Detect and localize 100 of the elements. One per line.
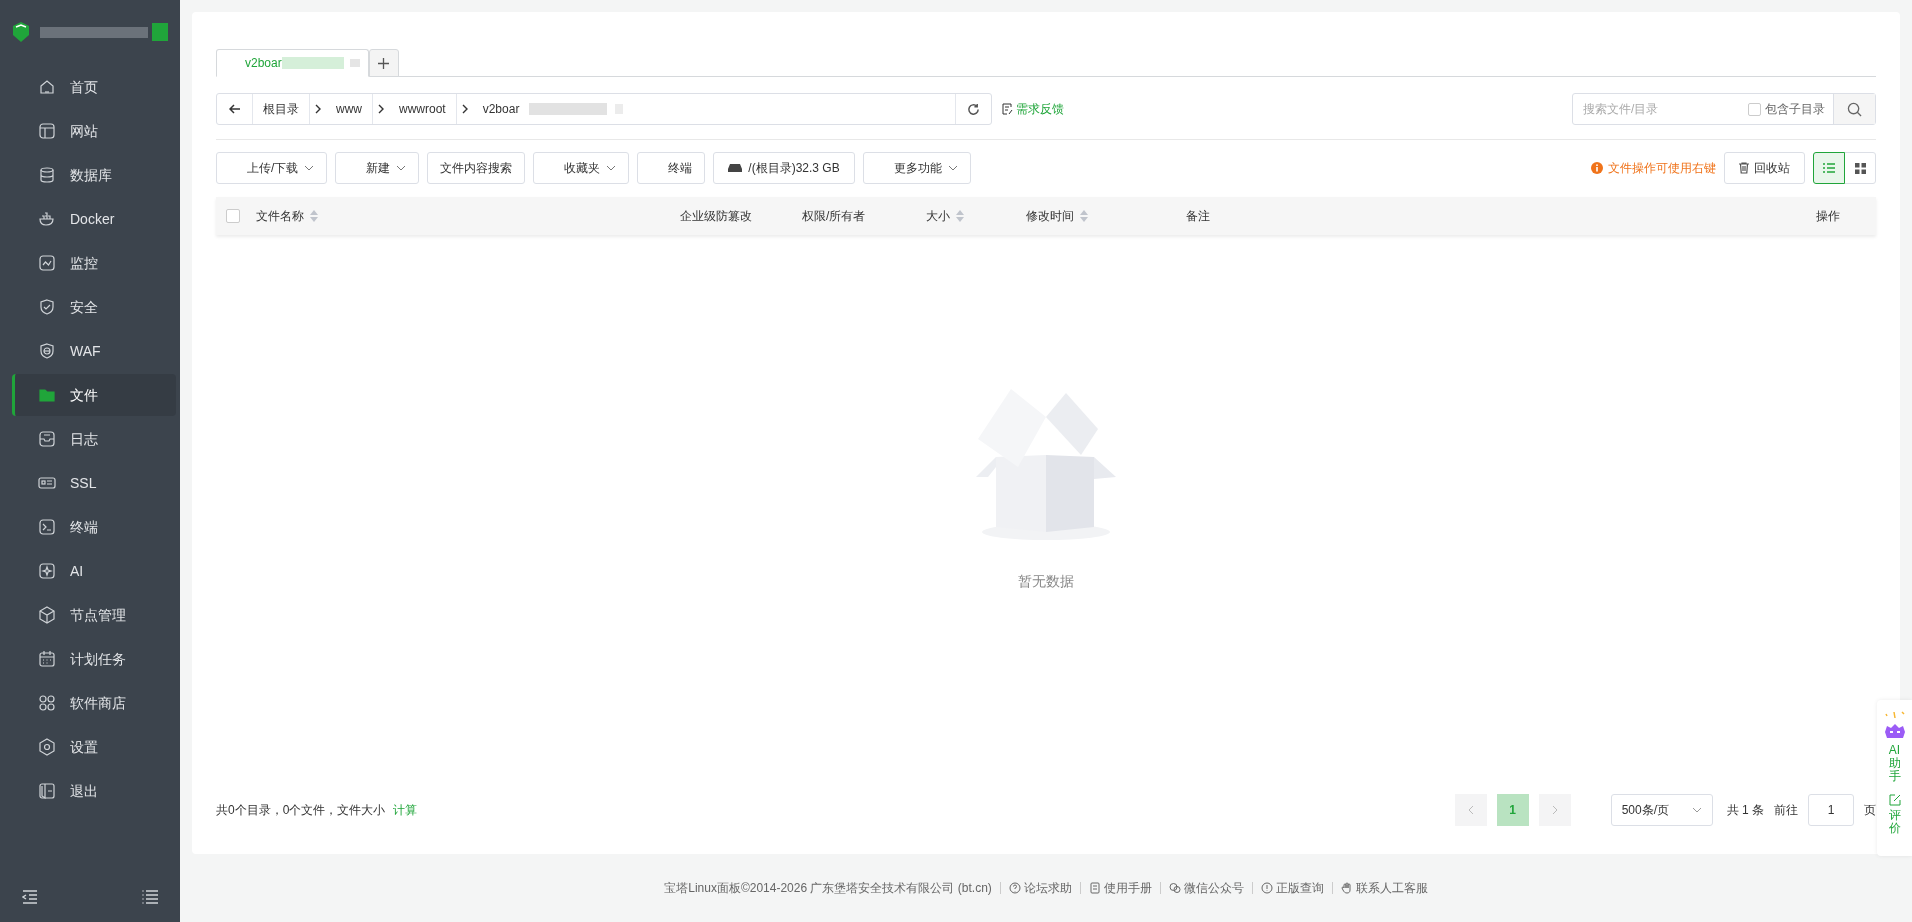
sidebar-item[interactable]: 安全 bbox=[0, 286, 180, 328]
chevron-down-icon bbox=[947, 165, 958, 171]
chevron-right-icon bbox=[1551, 805, 1558, 815]
list-icon bbox=[1823, 163, 1835, 173]
calendar-icon bbox=[38, 650, 56, 668]
chevron-down-icon bbox=[396, 165, 407, 171]
toolbar-button[interactable]: 文件内容搜索 bbox=[427, 152, 526, 184]
sidebar-item[interactable]: 数据库 bbox=[0, 154, 180, 196]
id-card-icon bbox=[38, 474, 56, 492]
grid-view-button[interactable] bbox=[1844, 152, 1876, 184]
collapse-icon[interactable] bbox=[22, 890, 38, 904]
shield-icon bbox=[38, 298, 56, 316]
goto-label: 前往 bbox=[1774, 802, 1798, 819]
footer-link[interactable]: 正版查询 bbox=[1260, 879, 1324, 897]
toolbar-button[interactable]: 终端 bbox=[637, 152, 706, 184]
terminal-icon bbox=[38, 518, 56, 536]
page-number-field[interactable]: 1 bbox=[1808, 794, 1854, 826]
disk-button[interactable]: /(根目录)32.3 GB bbox=[713, 152, 855, 184]
plus-icon bbox=[378, 57, 390, 69]
sidebar-item[interactable]: 设置 bbox=[0, 726, 180, 768]
settings-icon bbox=[38, 738, 56, 756]
page-size-select[interactable]: 500条/页 bbox=[1610, 794, 1713, 826]
sidebar-item[interactable]: 退出 bbox=[0, 770, 180, 812]
include-subdirs-checkbox[interactable]: 包含子目录 bbox=[1748, 94, 1833, 124]
edit-icon[interactable] bbox=[1888, 793, 1901, 806]
help-icon bbox=[1008, 882, 1021, 894]
edit-note-icon bbox=[1002, 103, 1013, 115]
breadcrumb-item[interactable]: www bbox=[326, 94, 373, 124]
whale-icon bbox=[38, 210, 56, 228]
summary-text: 共0个目录，0个文件，文件大小 bbox=[216, 802, 386, 819]
inbox-icon bbox=[38, 430, 56, 448]
toolbar-button[interactable]: 上传/下载 bbox=[216, 152, 328, 184]
sidebar-item[interactable]: 日志 bbox=[0, 418, 180, 460]
footer-link[interactable]: 论坛求助 bbox=[1008, 879, 1072, 897]
toolbar-button[interactable]: 收藏夹 bbox=[533, 152, 630, 184]
column-header: 企业级防篡改 bbox=[680, 208, 752, 225]
footer-link[interactable]: 微信公众号 bbox=[1168, 879, 1244, 897]
home-icon bbox=[38, 78, 56, 96]
sidebar-item[interactable]: 软件商店 bbox=[0, 682, 180, 724]
search-button[interactable] bbox=[1833, 94, 1875, 124]
menu-icon[interactable] bbox=[142, 890, 158, 904]
page-unit-label: 页 bbox=[1864, 802, 1876, 819]
footer-link[interactable]: 联系人工客服 bbox=[1340, 879, 1428, 897]
sparkle-icon bbox=[38, 562, 56, 580]
chevron-right-icon bbox=[315, 104, 321, 114]
refresh-icon bbox=[967, 102, 980, 116]
chat-icon bbox=[1168, 882, 1181, 894]
info-icon bbox=[1591, 162, 1603, 174]
folder-icon bbox=[38, 386, 56, 404]
chart-icon bbox=[38, 254, 56, 272]
breadcrumb-item[interactable]: wwwroot bbox=[389, 94, 457, 124]
empty-state-text: 暂无数据 bbox=[1018, 572, 1074, 591]
trash-icon bbox=[1739, 162, 1749, 174]
column-header[interactable]: 文件名称 bbox=[256, 207, 304, 225]
toolbar-button[interactable]: 新建 bbox=[335, 152, 420, 184]
sidebar-item[interactable]: SSL bbox=[0, 462, 180, 504]
search-icon bbox=[1847, 101, 1862, 117]
sidebar-item[interactable]: WAF bbox=[0, 330, 180, 372]
grid-icon bbox=[1854, 162, 1866, 174]
book-icon bbox=[1088, 882, 1101, 894]
right-click-hint: 文件操作可使用右键 bbox=[1591, 159, 1716, 177]
sidebar-item[interactable]: 首页 bbox=[0, 66, 180, 108]
logo-icon bbox=[12, 21, 30, 43]
chevron-down-icon bbox=[1691, 807, 1702, 813]
apps-icon bbox=[38, 694, 56, 712]
search-field[interactable]: 搜索文件/目录 包含子目录 bbox=[1572, 93, 1876, 125]
total-count: 共 1 条 bbox=[1726, 802, 1764, 819]
sidebar-item[interactable]: 节点管理 bbox=[0, 594, 180, 636]
sidebar-item[interactable]: 终端 bbox=[0, 506, 180, 548]
sidebar-item[interactable]: AI bbox=[0, 550, 180, 592]
door-icon bbox=[38, 782, 56, 800]
column-header: 操作 bbox=[1816, 208, 1840, 225]
browser-window-icon bbox=[38, 122, 56, 140]
sidebar-item[interactable]: 监控 bbox=[0, 242, 180, 284]
breadcrumb-item[interactable]: 根目录 bbox=[253, 94, 310, 124]
hand-icon bbox=[1340, 882, 1353, 894]
copyright-text: 宝塔Linux面板©2014-2026 广东堡塔安全技术有限公司 (bt.cn) bbox=[664, 880, 992, 897]
select-all-checkbox[interactable] bbox=[226, 209, 240, 223]
breadcrumb-item[interactable]: v2boar bbox=[472, 94, 530, 124]
chevron-down-icon bbox=[304, 165, 315, 171]
chevron-right-icon bbox=[461, 104, 468, 114]
chevron-left-icon bbox=[1467, 805, 1474, 815]
sidebar-item[interactable]: 文件 bbox=[12, 374, 176, 416]
cube-icon bbox=[38, 606, 56, 624]
back-arrow-icon bbox=[228, 104, 241, 114]
sidebar-item[interactable]: 网站 bbox=[0, 110, 180, 152]
toolbar-button[interactable]: 更多功能 bbox=[862, 152, 971, 184]
column-header: 权限/所有者 bbox=[802, 208, 866, 225]
footer-link[interactable]: 使用手册 bbox=[1088, 879, 1152, 897]
column-header[interactable]: 修改时间 bbox=[1026, 207, 1074, 225]
chevron-right-icon bbox=[378, 104, 384, 114]
column-header: 备注 bbox=[1186, 208, 1210, 225]
sidebar-item[interactable]: 计划任务 bbox=[0, 638, 180, 680]
new-tab-button[interactable] bbox=[368, 49, 399, 77]
info-icon bbox=[1260, 882, 1273, 894]
sidebar-item[interactable]: Docker bbox=[0, 198, 180, 240]
chevron-down-icon bbox=[606, 165, 617, 171]
recycle-bin-button[interactable]: 回收站 bbox=[1724, 152, 1805, 184]
column-header[interactable]: 大小 bbox=[926, 207, 950, 225]
database-icon bbox=[38, 166, 56, 184]
